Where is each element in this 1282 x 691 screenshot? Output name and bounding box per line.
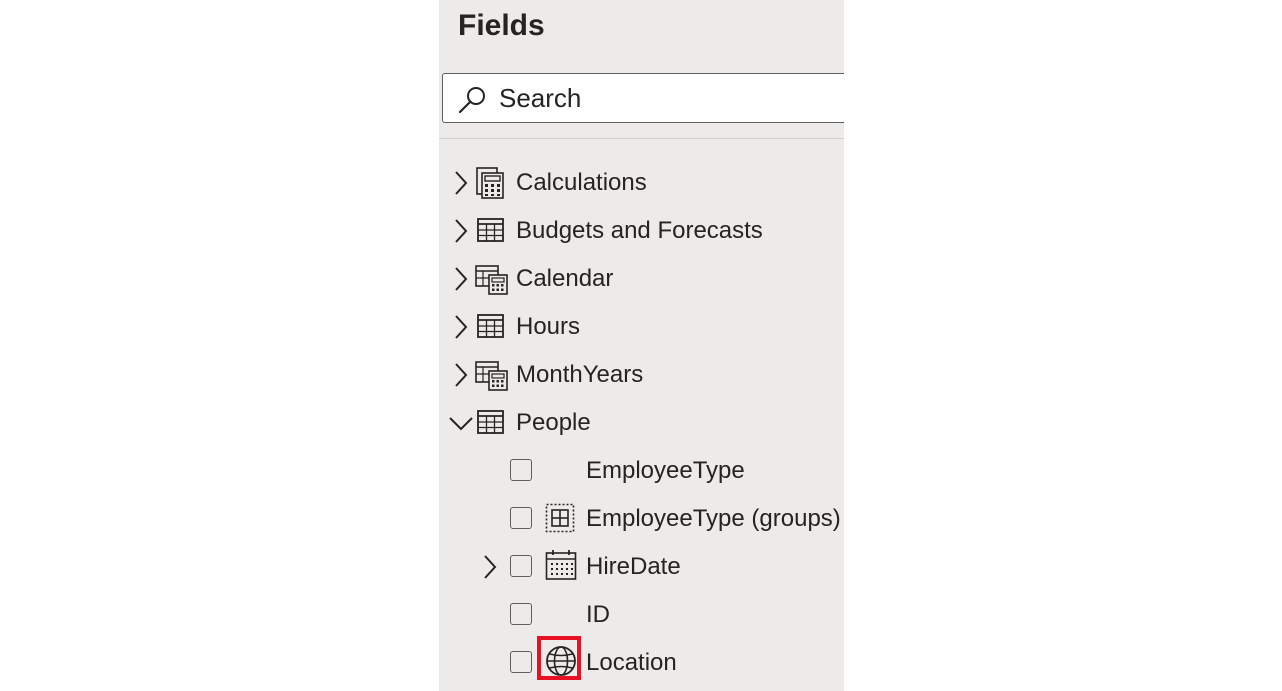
field-row-employeetype[interactable]: EmployeeType	[439, 449, 844, 493]
field-label: HireDate	[586, 553, 681, 580]
calendar-icon	[545, 550, 577, 580]
field-label: EmployeeType	[586, 457, 745, 484]
field-row-employeetype-groups[interactable]: EmployeeType (groups)	[439, 497, 844, 541]
chevron-right-icon[interactable]	[450, 265, 470, 293]
calculator-table-icon	[476, 167, 504, 199]
table-icon	[477, 410, 504, 434]
field-row-location[interactable]: Location	[439, 636, 844, 685]
divider	[439, 138, 844, 139]
field-checkbox[interactable]	[510, 459, 532, 481]
table-label: Hours	[516, 313, 581, 340]
table-icon	[477, 314, 504, 338]
table-icon	[477, 218, 504, 242]
table-row-monthyears[interactable]: MonthYears	[439, 353, 844, 397]
chevron-right-icon[interactable]	[450, 313, 470, 341]
calculated-table-icon	[475, 265, 508, 295]
table-row-hours[interactable]: Hours	[439, 305, 844, 349]
chevron-right-icon[interactable]	[479, 553, 499, 581]
highlight-box	[537, 636, 581, 680]
chevron-right-icon[interactable]	[450, 217, 470, 245]
table-row-calendar[interactable]: Calendar	[439, 257, 844, 301]
table-row-calculations[interactable]: Calculations	[439, 161, 844, 205]
table-label: Calendar	[516, 265, 614, 292]
field-row-hiredate[interactable]: HireDate	[439, 545, 844, 589]
field-checkbox[interactable]	[510, 651, 532, 673]
field-row-id[interactable]: ID	[439, 593, 844, 637]
table-label: Budgets and Forecasts	[516, 217, 763, 244]
field-checkbox[interactable]	[510, 603, 532, 625]
pane-title: Fields	[458, 9, 545, 42]
chevron-right-icon[interactable]	[450, 361, 470, 389]
fields-pane: Fields Calculations	[439, 0, 844, 691]
chevron-right-icon[interactable]	[450, 169, 470, 197]
table-label: MonthYears	[516, 361, 644, 388]
field-label: Location	[586, 649, 677, 676]
calculated-table-icon	[475, 361, 508, 391]
table-row-people[interactable]: People	[439, 401, 844, 445]
field-checkbox[interactable]	[510, 507, 532, 529]
search-box[interactable]	[442, 73, 844, 123]
search-input[interactable]	[499, 80, 839, 116]
table-label: People	[516, 409, 591, 436]
group-icon	[545, 503, 575, 533]
search-icon	[458, 87, 485, 114]
field-label: EmployeeType (groups)	[586, 505, 841, 532]
table-row-budgets-and-forecasts[interactable]: Budgets and Forecasts	[439, 209, 844, 253]
field-checkbox[interactable]	[510, 555, 532, 577]
table-label: Calculations	[516, 169, 647, 196]
chevron-down-icon[interactable]	[448, 409, 474, 437]
field-label: ID	[586, 601, 610, 628]
